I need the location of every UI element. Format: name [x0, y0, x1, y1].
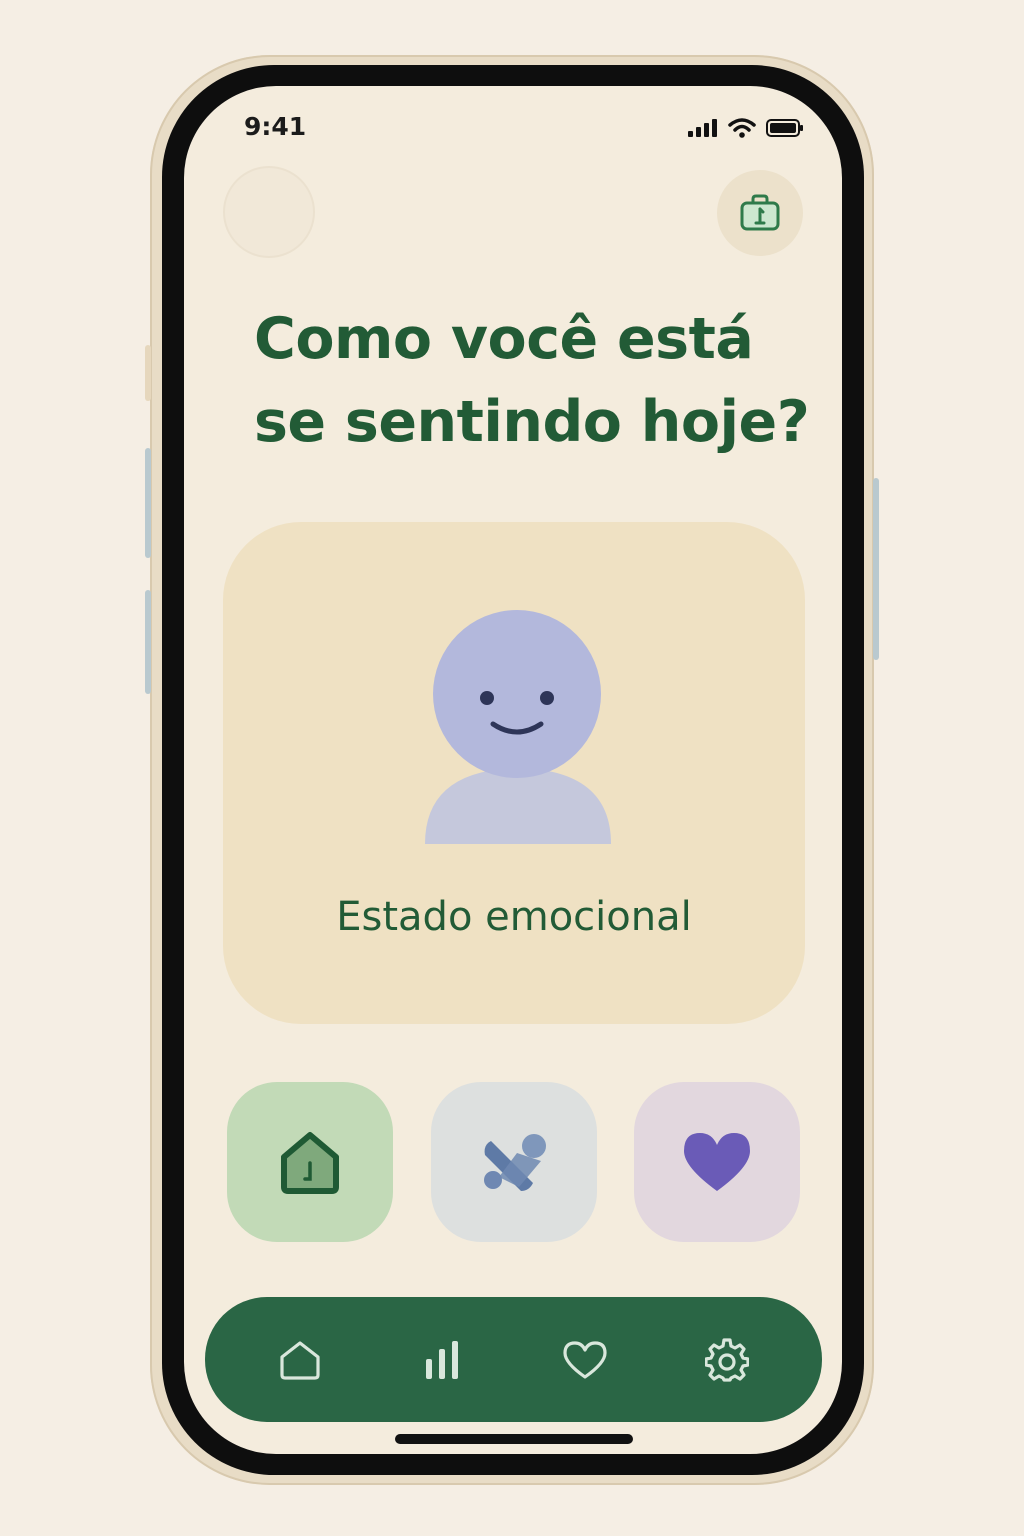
heart-outline-icon: [563, 1340, 607, 1379]
volume-up-button: [145, 448, 151, 558]
page-title-line-2: se sentindo hoje?: [254, 389, 810, 455]
house-icon: [281, 1132, 339, 1194]
briefcase-icon: [740, 194, 780, 231]
nav-settings[interactable]: [695, 1328, 759, 1392]
battery-icon: [766, 119, 803, 137]
home-tile[interactable]: [227, 1082, 393, 1242]
volume-down-button: [145, 590, 151, 694]
nav-favorites[interactable]: [553, 1328, 617, 1392]
bar-chart-icon: [426, 1340, 459, 1379]
page-title-line-1: Como você está: [254, 306, 754, 372]
briefcase-button[interactable]: [717, 170, 803, 256]
emotional-state-card[interactable]: Estado emocional: [223, 522, 805, 1024]
emotional-state-label: Estado emocional: [336, 894, 692, 940]
gear-icon: [704, 1337, 749, 1382]
heart-icon: [684, 1133, 750, 1191]
app-screen: 9:41 Como você está se sentindo hoje? Es…: [184, 86, 842, 1454]
smiling-person-icon: [425, 610, 611, 844]
status-time: 9:41: [244, 112, 307, 141]
status-icons: [688, 118, 804, 138]
favorites-tile[interactable]: [634, 1082, 800, 1242]
home-icon: [280, 1340, 320, 1380]
page-title: Como você está se sentindo hoje?: [254, 298, 814, 464]
page: 9:41 Como você está se sentindo hoje? Es…: [0, 0, 1024, 1536]
home-indicator: [395, 1434, 633, 1444]
nav-home[interactable]: [268, 1328, 332, 1392]
bandage-icon: [484, 1134, 546, 1191]
cellular-signal-icon: [688, 119, 717, 137]
power-button: [873, 478, 879, 660]
wifi-icon: [728, 118, 756, 138]
side-button-action: [145, 345, 151, 401]
bandage-tile[interactable]: [431, 1082, 597, 1242]
bottom-nav: [205, 1297, 822, 1422]
avatar[interactable]: [225, 168, 313, 256]
nav-stats[interactable]: [410, 1328, 474, 1392]
